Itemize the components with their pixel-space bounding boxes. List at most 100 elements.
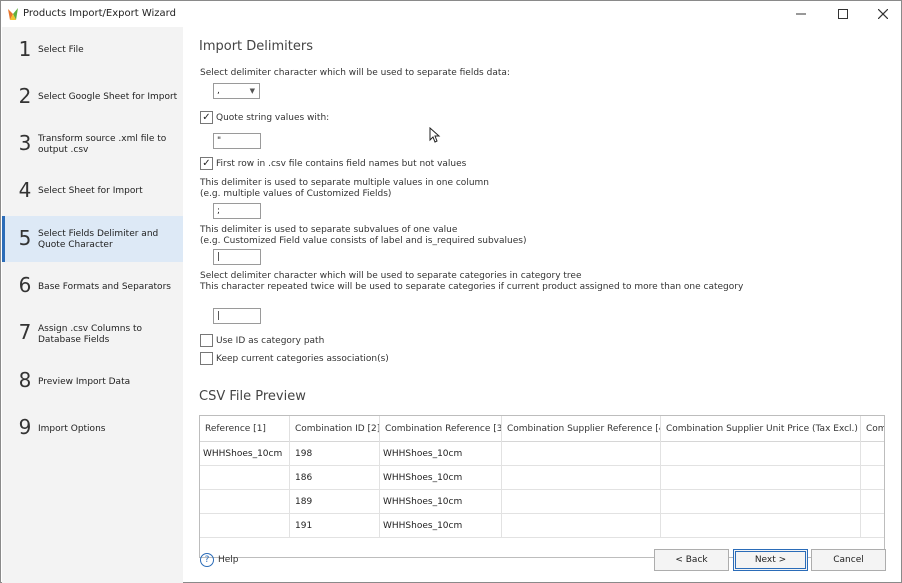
table-cell: 186 xyxy=(290,466,380,490)
step-label: Select Sheet for Import xyxy=(38,186,143,196)
step-transform-xml[interactable]: 3 Transform source .xml file to output .… xyxy=(2,121,183,167)
table-cell: WHHShoes_10cm xyxy=(200,442,290,466)
back-button[interactable]: < Back xyxy=(654,549,729,571)
multi-values-label: This delimiter is used to separate multi… xyxy=(200,178,489,188)
column-header[interactable]: Combination Reference [3] xyxy=(380,416,502,442)
category-delimiter-label: Select delimiter character which will be… xyxy=(200,271,582,281)
table-cell xyxy=(502,514,661,538)
close-button[interactable] xyxy=(863,1,902,27)
minimize-icon xyxy=(796,13,806,15)
table-cell xyxy=(661,514,861,538)
quote-char-input[interactable]: " xyxy=(213,133,261,149)
step-number: 4 xyxy=(18,178,32,202)
keep-assoc-label: Keep current categories association(s) xyxy=(216,354,389,364)
step-select-file[interactable]: 1 Select File xyxy=(2,27,183,73)
step-number: 8 xyxy=(18,368,32,392)
step-label: Preview Import Data xyxy=(38,377,131,387)
use-id-label: Use ID as category path xyxy=(216,336,325,346)
column-header[interactable]: Reference [1] xyxy=(200,416,290,442)
first-row-label: First row in .csv file contains field na… xyxy=(216,159,467,169)
use-id-checkbox[interactable] xyxy=(200,334,213,347)
multi-values-input[interactable]: ; xyxy=(213,203,261,219)
table-cell: WHHShoes_10cm xyxy=(380,466,502,490)
minimize-button[interactable] xyxy=(781,1,821,27)
app-logo-icon xyxy=(8,8,18,20)
step-label: Import Options xyxy=(38,424,106,434)
close-icon xyxy=(878,9,888,19)
subvalues-hint: (e.g. Customized Field value consists of… xyxy=(200,236,527,246)
field-delimiter-select[interactable]: , ▼ xyxy=(213,83,260,99)
keep-assoc-checkbox[interactable] xyxy=(200,352,213,365)
step-select-sheet[interactable]: 4 Select Sheet for Import xyxy=(2,168,183,214)
category-delimiter-hint: This character repeated twice will be us… xyxy=(200,282,744,292)
first-row-checkbox[interactable]: ✓ xyxy=(200,157,213,170)
step-label: Select Google Sheet for Import xyxy=(38,92,178,102)
csv-preview-title: CSV File Preview xyxy=(199,389,306,404)
column-header[interactable]: Com xyxy=(861,416,884,442)
step-select-google-sheet[interactable]: 2 Select Google Sheet for Import xyxy=(2,74,183,120)
step-preview-import[interactable]: 8 Preview Import Data xyxy=(2,358,183,404)
maximize-icon xyxy=(838,9,848,19)
table-cell xyxy=(661,466,861,490)
mouse-pointer-icon xyxy=(429,127,441,143)
import-delimiters-title: Import Delimiters xyxy=(199,39,313,54)
step-number: 6 xyxy=(18,273,32,297)
step-number: 7 xyxy=(18,320,32,344)
step-number: 9 xyxy=(18,415,32,439)
step-label: Select Fields Delimiter and Quote Charac… xyxy=(38,229,159,250)
help-link[interactable]: Help xyxy=(218,555,239,565)
cancel-button[interactable]: Cancel xyxy=(811,549,886,571)
table-cell xyxy=(502,442,661,466)
quote-label: Quote string values with: xyxy=(216,113,330,123)
table-cell: WHHShoes_10cm xyxy=(380,490,502,514)
chevron-down-icon: ▼ xyxy=(249,87,255,95)
table-row[interactable]: WHHShoes_10cm 198 WHHShoes_10cm xyxy=(200,442,884,466)
step-number: 3 xyxy=(18,131,32,155)
step-assign-columns[interactable]: 7 Assign .csv Columns to Database Fields xyxy=(2,310,183,356)
grid-header: Reference [1] Combination ID [2] Combina… xyxy=(200,416,884,442)
table-cell: 191 xyxy=(290,514,380,538)
table-cell xyxy=(502,490,661,514)
step-label: Assign .csv Columns to Database Fields xyxy=(38,324,143,345)
column-header[interactable]: Combination Supplier Reference [4] xyxy=(502,416,661,442)
step-number: 1 xyxy=(18,37,32,61)
csv-preview-grid[interactable]: Reference [1] Combination ID [2] Combina… xyxy=(199,415,885,558)
category-delimiter-input[interactable]: | xyxy=(213,308,261,324)
table-row[interactable]: 186 WHHShoes_10cm xyxy=(200,466,884,490)
step-import-options[interactable]: 9 Import Options xyxy=(2,405,183,451)
step-number: 2 xyxy=(18,84,32,108)
step-label: Base Formats and Separators xyxy=(38,282,171,292)
title-bar: Products Import/Export Wizard xyxy=(1,1,901,27)
multi-values-hint: (e.g. multiple values of Customized Fiel… xyxy=(200,189,392,199)
window-title: Products Import/Export Wizard xyxy=(23,8,176,19)
column-header[interactable]: Combination Supplier Unit Price (Tax Exc… xyxy=(661,416,861,442)
table-cell xyxy=(502,466,661,490)
field-delimiter-label: Select delimiter character which will be… xyxy=(200,68,510,78)
subvalues-label: This delimiter is used to separate subva… xyxy=(200,225,458,235)
step-label: Transform source .xml file to output .cs… xyxy=(38,134,167,155)
table-cell: 198 xyxy=(290,442,380,466)
wizard-steps-sidebar: 1 Select File 2 Select Google Sheet for … xyxy=(2,27,183,583)
subvalues-input[interactable]: | xyxy=(213,249,261,265)
column-header[interactable]: Combination ID [2] xyxy=(290,416,380,442)
next-button[interactable]: Next > xyxy=(733,549,808,571)
table-cell: WHHShoes_10cm xyxy=(380,514,502,538)
help-icon[interactable]: ? xyxy=(200,553,214,567)
step-label: Select File xyxy=(38,45,84,55)
step-base-formats[interactable]: 6 Base Formats and Separators xyxy=(2,263,183,309)
wizard-window: Products Import/Export Wizard 1 Select F… xyxy=(0,0,902,583)
table-cell xyxy=(200,466,290,490)
maximize-button[interactable] xyxy=(823,1,863,27)
step-select-delimiter[interactable]: 5 Select Fields Delimiter and Quote Char… xyxy=(2,216,183,262)
step-number: 5 xyxy=(18,226,32,250)
table-cell: WHHShoes_10cm xyxy=(380,442,502,466)
table-cell xyxy=(200,514,290,538)
table-cell xyxy=(661,442,861,466)
table-row[interactable]: 191 WHHShoes_10cm xyxy=(200,514,884,538)
main-panel: Import Delimiters Select delimiter chara… xyxy=(183,27,901,583)
table-row[interactable]: 189 WHHShoes_10cm xyxy=(200,490,884,514)
table-cell xyxy=(661,490,861,514)
quote-checkbox[interactable]: ✓ xyxy=(200,111,213,124)
table-cell xyxy=(200,490,290,514)
field-delimiter-value: , xyxy=(217,86,220,96)
